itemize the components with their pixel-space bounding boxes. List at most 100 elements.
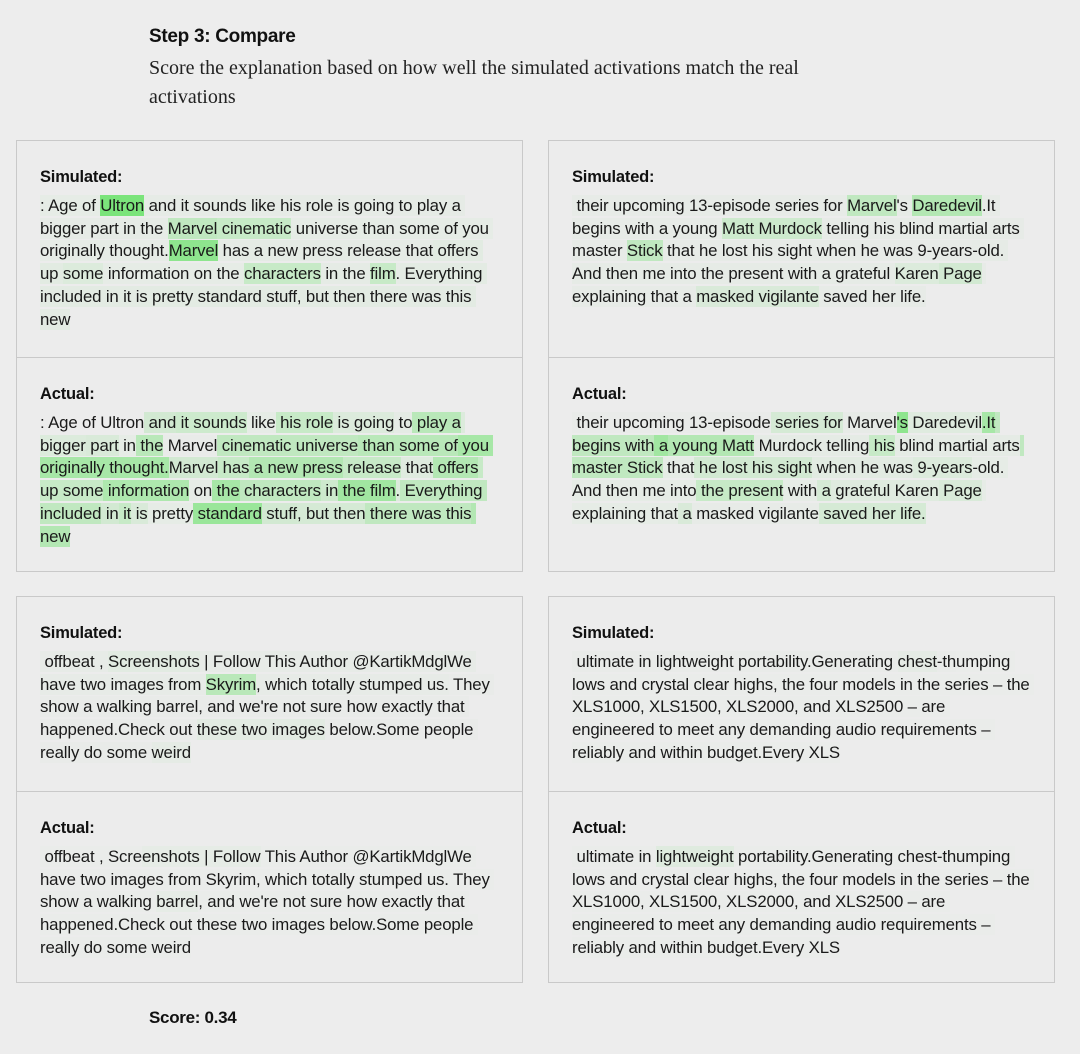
activation-token: a <box>677 502 692 524</box>
activation-token: and <box>144 412 177 433</box>
activation-token: has a new press release that <box>218 240 434 262</box>
activation-token: offbeat , Scre <box>40 847 143 866</box>
activation-token: Daredevil <box>907 412 982 433</box>
actual-section: Actual: ultimate in lightweight portabil… <box>549 791 1054 960</box>
comparison-card: Simulated: their upcoming 13-episode ser… <box>548 140 1055 572</box>
activation-token: these two images <box>196 719 325 741</box>
actual-label: Actual: <box>40 819 95 837</box>
activation-token: 's <box>896 196 913 215</box>
activation-token: Murdock telling <box>754 434 870 456</box>
activation-token: it sounds <box>176 412 247 433</box>
comparison-card: Simulated: : Age of Ultron and it sounds… <box>16 140 523 572</box>
activation-token: stuff <box>261 502 297 524</box>
activation-token: , which totally stumped us. <box>256 674 449 694</box>
activation-token: .It <box>981 196 996 215</box>
activation-token: in <box>118 434 136 456</box>
activation-token: that <box>662 457 695 479</box>
activation-token: | Follow This Author @KartikMdglWe <box>199 652 472 671</box>
activation-token: Page <box>938 263 982 285</box>
simulated-label: Simulated: <box>572 168 655 186</box>
activation-token: Marvel <box>168 240 219 262</box>
simulated-section: Simulated: : Age of Ultron and it sounds… <box>17 141 522 357</box>
activation-token: in the <box>320 263 371 285</box>
activation-token: a <box>817 480 831 502</box>
activation-token: Daredevil <box>912 195 982 216</box>
activation-token: young Matt <box>668 434 755 456</box>
activation-token: masked vigilante <box>691 503 819 523</box>
activation-token: information <box>103 480 190 502</box>
activation-token: , but then <box>296 502 366 524</box>
activation-token: that he lost his sight when he was 9-yea… <box>662 241 973 261</box>
activation-token: Marvel <box>847 195 897 216</box>
activation-token: standard <box>193 502 262 524</box>
activation-token: film <box>370 263 396 285</box>
activation-token: enshots | Follow <box>141 846 261 867</box>
activation-token: Screenshots <box>108 651 200 672</box>
activation-token: release <box>342 457 402 479</box>
actual-section: Actual: their upcoming 13-episode series… <box>549 357 1054 526</box>
activation-token: blind martial <box>894 434 988 456</box>
activation-token: characters <box>244 263 321 285</box>
actual-tokens: : Age of Ultron and it sounds like his r… <box>40 412 498 548</box>
simulated-tokens: : Age of Ultron and it sounds like his r… <box>40 195 498 331</box>
activation-token: saved her life. <box>818 502 926 524</box>
activation-token: and it sounds like his role is going to … <box>144 195 461 216</box>
comparison-card: Simulated: ultimate in lightweight porta… <box>548 596 1055 983</box>
activation-token: their upcoming 13-episode <box>572 413 771 432</box>
activation-token: Marvel <box>842 413 897 432</box>
activation-token: a new press <box>249 457 343 479</box>
activation-token: series for <box>770 412 843 433</box>
activation-token: : Age of Ultron <box>40 413 145 432</box>
activation-token: characters <box>239 480 321 502</box>
activation-token: is <box>131 502 148 524</box>
actual-tokens: ultimate in lightweight portability.Gene… <box>572 846 1030 960</box>
actual-label: Actual: <box>572 819 627 837</box>
activation-token: that <box>401 457 434 479</box>
activation-token: part <box>85 434 119 456</box>
activation-token: offers <box>433 457 479 479</box>
activation-token: with <box>783 480 818 502</box>
score-value: Score: 0.34 <box>149 1008 237 1027</box>
step-header: Step 3: Compare Score the explanation ba… <box>149 26 869 112</box>
activation-token: 9-years <box>912 457 973 479</box>
activation-token: Skyrim <box>205 673 257 695</box>
activation-token: offbeat , <box>40 652 109 671</box>
activation-token: Ultron <box>100 195 145 216</box>
activation-token: than some of <box>358 434 458 456</box>
activation-token: on <box>189 480 213 502</box>
activation-token: is going <box>333 412 395 433</box>
activation-token: Stick <box>626 240 663 262</box>
activation-token: his <box>869 434 895 456</box>
activation-token: portability.Generating chest-th <box>733 847 957 866</box>
activation-token: Page <box>938 480 982 502</box>
activation-token: universe than some of <box>291 217 458 239</box>
activation-token: Karen <box>894 263 939 285</box>
simulated-label: Simulated: <box>572 624 655 642</box>
activation-token: a <box>654 434 669 456</box>
activation-token: cinematic universe <box>217 434 359 456</box>
activation-token: their upcoming 13-episode series for <box>572 196 848 215</box>
activation-token: saved her life. <box>818 286 926 306</box>
activation-token: has <box>218 457 250 479</box>
activation-token: ultimate in lightweight portability.Gene… <box>572 652 898 671</box>
activation-token: ultimate in <box>572 847 656 866</box>
actual-tokens: offbeat , Screenshots | Follow This Auth… <box>40 846 498 960</box>
actual-section: Actual: : Age of Ultron and it sounds li… <box>17 357 522 548</box>
comparison-card: Simulated: offbeat , Screenshots | Follo… <box>16 596 523 983</box>
activation-token: grateful Karen <box>830 480 939 502</box>
activation-token: his role <box>275 412 334 433</box>
activation-token: Matt Murdock <box>722 217 822 239</box>
activation-token: weird <box>151 741 191 763</box>
actual-label: Actual: <box>40 385 95 403</box>
actual-section: Actual: offbeat , Screenshots | Follow T… <box>17 791 522 960</box>
simulated-section: Simulated: offbeat , Screenshots | Follo… <box>17 597 522 791</box>
activation-token: Marvel <box>167 217 218 239</box>
activation-token: barrel <box>156 891 199 913</box>
activation-token: arts <box>987 434 1020 456</box>
activation-token: in <box>101 502 119 524</box>
activation-token: play a <box>412 412 461 433</box>
activation-token: masked vigilante <box>696 285 819 307</box>
activation-token: information on the <box>103 263 244 285</box>
activation-token: below.Some <box>324 720 420 740</box>
simulated-tokens: their upcoming 13-episode series for Mar… <box>572 195 1030 309</box>
